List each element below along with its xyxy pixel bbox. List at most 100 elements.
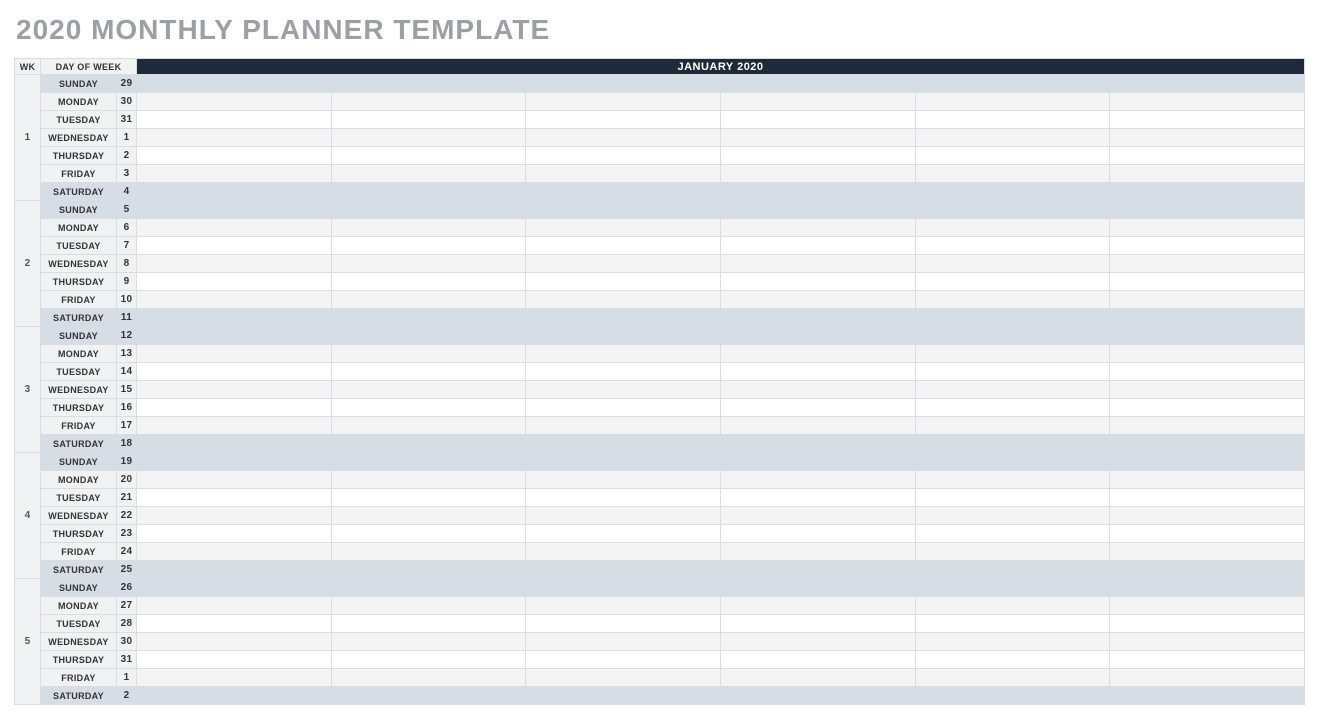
- planner-slot[interactable]: [526, 507, 721, 525]
- planner-slot[interactable]: [1110, 525, 1305, 543]
- planner-slot[interactable]: [137, 669, 332, 687]
- planner-slot[interactable]: [331, 75, 526, 93]
- planner-slot[interactable]: [526, 147, 721, 165]
- planner-slot[interactable]: [1110, 453, 1305, 471]
- planner-slot[interactable]: [720, 237, 915, 255]
- planner-slot[interactable]: [331, 111, 526, 129]
- planner-slot[interactable]: [720, 309, 915, 327]
- planner-slot[interactable]: [720, 525, 915, 543]
- planner-slot[interactable]: [1110, 345, 1305, 363]
- planner-slot[interactable]: [720, 471, 915, 489]
- planner-slot[interactable]: [915, 165, 1110, 183]
- planner-slot[interactable]: [915, 417, 1110, 435]
- planner-slot[interactable]: [331, 507, 526, 525]
- planner-slot[interactable]: [720, 165, 915, 183]
- planner-slot[interactable]: [720, 615, 915, 633]
- planner-slot[interactable]: [526, 471, 721, 489]
- planner-slot[interactable]: [1110, 75, 1305, 93]
- planner-slot[interactable]: [137, 75, 332, 93]
- planner-slot[interactable]: [720, 597, 915, 615]
- planner-slot[interactable]: [720, 255, 915, 273]
- planner-slot[interactable]: [137, 543, 332, 561]
- planner-slot[interactable]: [915, 201, 1110, 219]
- planner-slot[interactable]: [720, 111, 915, 129]
- planner-slot[interactable]: [137, 363, 332, 381]
- planner-slot[interactable]: [1110, 219, 1305, 237]
- planner-slot[interactable]: [1110, 363, 1305, 381]
- planner-slot[interactable]: [915, 291, 1110, 309]
- planner-slot[interactable]: [720, 579, 915, 597]
- planner-slot[interactable]: [526, 561, 721, 579]
- planner-slot[interactable]: [331, 381, 526, 399]
- planner-slot[interactable]: [1110, 417, 1305, 435]
- planner-slot[interactable]: [720, 93, 915, 111]
- planner-slot[interactable]: [331, 579, 526, 597]
- planner-slot[interactable]: [720, 561, 915, 579]
- planner-slot[interactable]: [137, 399, 332, 417]
- planner-slot[interactable]: [526, 255, 721, 273]
- planner-slot[interactable]: [331, 435, 526, 453]
- planner-slot[interactable]: [526, 237, 721, 255]
- planner-slot[interactable]: [720, 399, 915, 417]
- planner-slot[interactable]: [526, 327, 721, 345]
- planner-slot[interactable]: [331, 201, 526, 219]
- planner-slot[interactable]: [331, 561, 526, 579]
- planner-slot[interactable]: [1110, 687, 1305, 705]
- planner-slot[interactable]: [137, 453, 332, 471]
- planner-slot[interactable]: [915, 507, 1110, 525]
- planner-slot[interactable]: [915, 363, 1110, 381]
- planner-slot[interactable]: [1110, 255, 1305, 273]
- planner-slot[interactable]: [720, 291, 915, 309]
- planner-slot[interactable]: [1110, 597, 1305, 615]
- planner-slot[interactable]: [331, 489, 526, 507]
- planner-slot[interactable]: [137, 345, 332, 363]
- planner-slot[interactable]: [915, 381, 1110, 399]
- planner-slot[interactable]: [915, 183, 1110, 201]
- planner-slot[interactable]: [137, 507, 332, 525]
- planner-slot[interactable]: [1110, 399, 1305, 417]
- planner-slot[interactable]: [720, 147, 915, 165]
- planner-slot[interactable]: [720, 633, 915, 651]
- planner-slot[interactable]: [1110, 615, 1305, 633]
- planner-slot[interactable]: [720, 363, 915, 381]
- planner-slot[interactable]: [137, 597, 332, 615]
- planner-slot[interactable]: [137, 273, 332, 291]
- planner-slot[interactable]: [137, 183, 332, 201]
- planner-slot[interactable]: [720, 345, 915, 363]
- planner-slot[interactable]: [331, 615, 526, 633]
- planner-slot[interactable]: [915, 399, 1110, 417]
- planner-slot[interactable]: [720, 201, 915, 219]
- planner-slot[interactable]: [526, 597, 721, 615]
- planner-slot[interactable]: [137, 471, 332, 489]
- planner-slot[interactable]: [915, 255, 1110, 273]
- planner-slot[interactable]: [720, 687, 915, 705]
- planner-slot[interactable]: [526, 75, 721, 93]
- planner-slot[interactable]: [720, 273, 915, 291]
- planner-slot[interactable]: [331, 687, 526, 705]
- planner-slot[interactable]: [331, 633, 526, 651]
- planner-slot[interactable]: [526, 219, 721, 237]
- planner-slot[interactable]: [526, 399, 721, 417]
- planner-slot[interactable]: [331, 273, 526, 291]
- planner-slot[interactable]: [1110, 129, 1305, 147]
- planner-slot[interactable]: [915, 669, 1110, 687]
- planner-slot[interactable]: [526, 633, 721, 651]
- planner-slot[interactable]: [526, 291, 721, 309]
- planner-slot[interactable]: [331, 327, 526, 345]
- planner-slot[interactable]: [526, 381, 721, 399]
- planner-slot[interactable]: [915, 147, 1110, 165]
- planner-slot[interactable]: [331, 471, 526, 489]
- planner-slot[interactable]: [137, 615, 332, 633]
- planner-slot[interactable]: [720, 651, 915, 669]
- planner-slot[interactable]: [915, 615, 1110, 633]
- planner-slot[interactable]: [720, 75, 915, 93]
- planner-slot[interactable]: [526, 129, 721, 147]
- planner-slot[interactable]: [137, 489, 332, 507]
- planner-slot[interactable]: [331, 147, 526, 165]
- planner-slot[interactable]: [331, 651, 526, 669]
- planner-slot[interactable]: [915, 129, 1110, 147]
- planner-slot[interactable]: [1110, 147, 1305, 165]
- planner-slot[interactable]: [720, 183, 915, 201]
- planner-slot[interactable]: [1110, 435, 1305, 453]
- planner-slot[interactable]: [526, 579, 721, 597]
